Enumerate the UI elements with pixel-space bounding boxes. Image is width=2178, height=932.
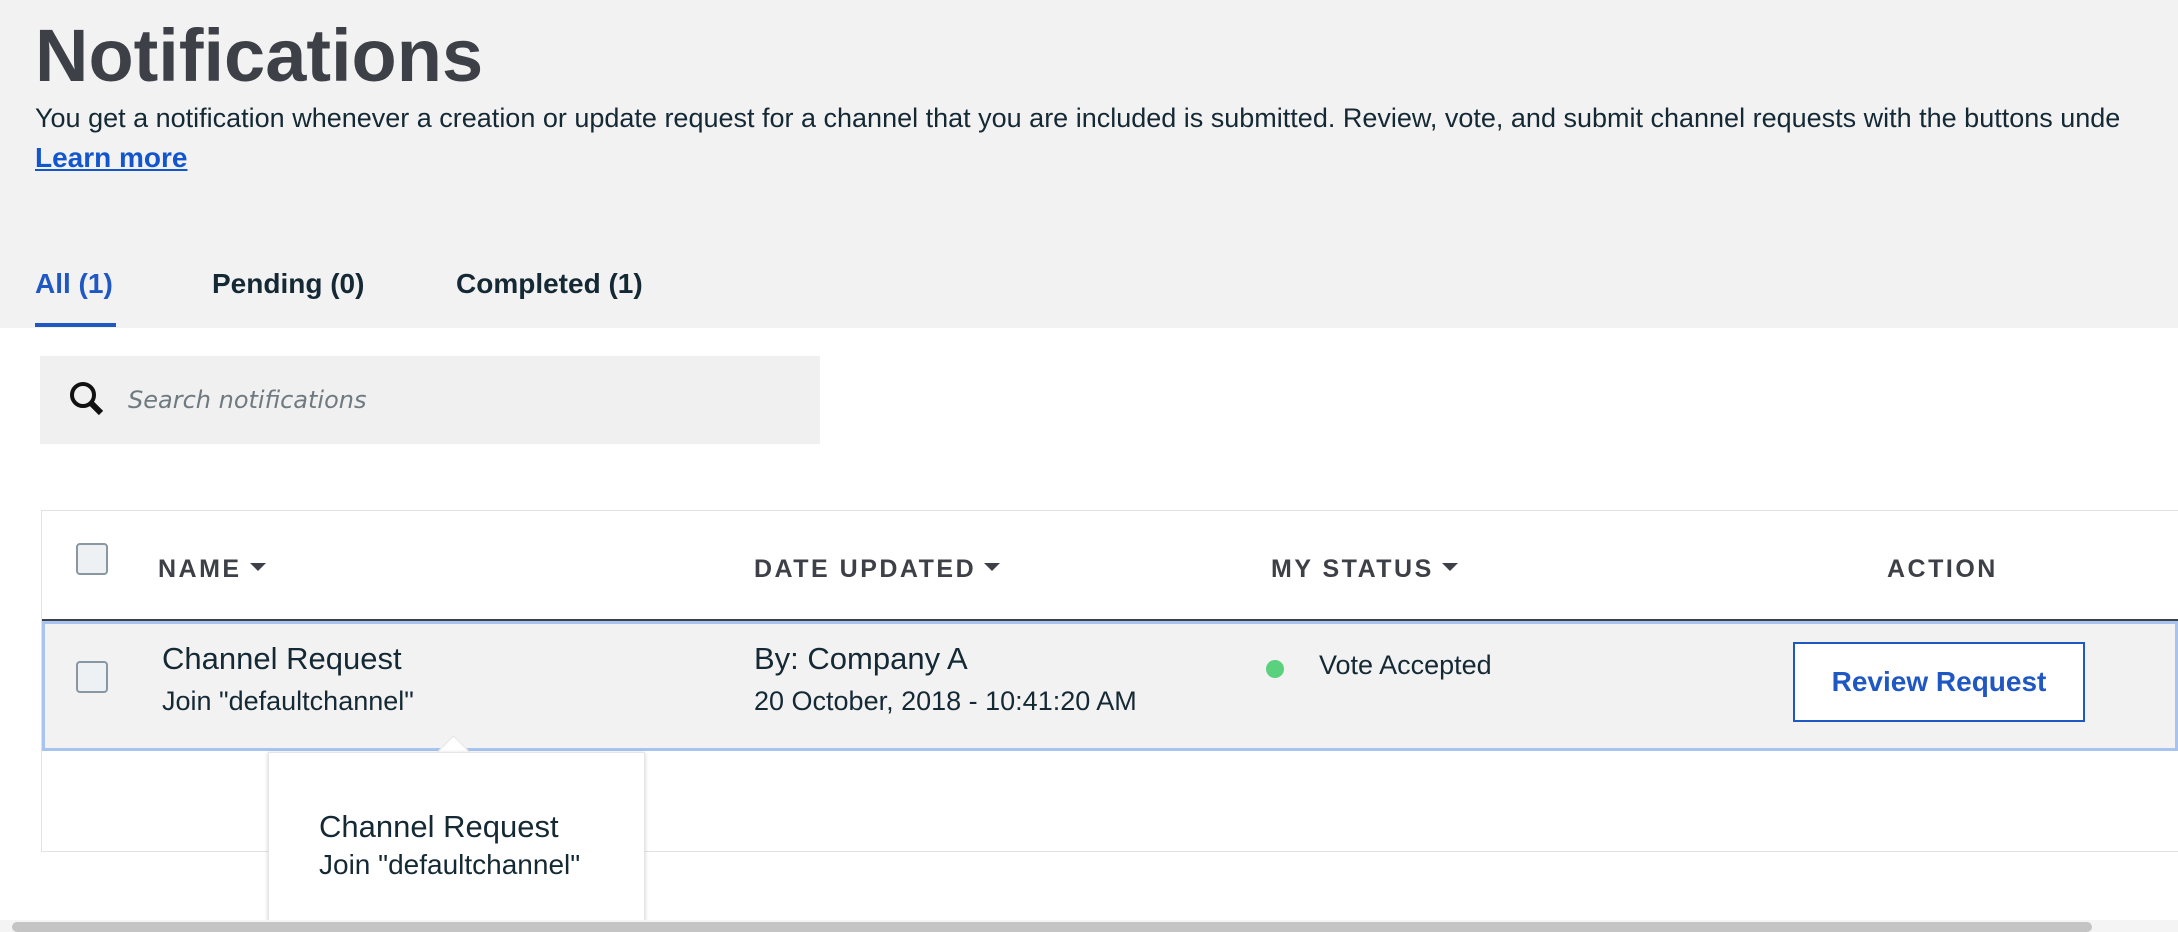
learn-more-link[interactable]: Learn more: [35, 140, 188, 176]
search-icon: [70, 382, 104, 416]
column-header-my-status[interactable]: MY STATUS: [1271, 553, 1458, 585]
table-header: NAME DATE UPDATED MY STATUS ACTION: [42, 511, 2178, 621]
search-box[interactable]: [40, 356, 820, 444]
search-input[interactable]: [128, 356, 808, 444]
row-checkbox[interactable]: [76, 661, 108, 693]
sort-caret-icon: [249, 563, 266, 572]
select-all-checkbox[interactable]: [76, 543, 108, 575]
review-request-button[interactable]: Review Request: [1793, 642, 2085, 722]
row-name: Channel Request: [162, 641, 402, 676]
column-header-action: ACTION: [1887, 555, 1998, 583]
column-header-date-label: DATE UPDATED: [754, 555, 977, 583]
row-status: Vote Accepted: [1319, 650, 1492, 680]
row-subtitle: Join "defaultchannel": [162, 686, 414, 716]
page-title: Notifications: [35, 14, 484, 97]
sort-caret-icon: [1441, 563, 1458, 572]
status-dot-icon: [1266, 660, 1284, 678]
horizontal-scrollbar[interactable]: [12, 922, 2092, 932]
page-description: You get a notification whenever a creati…: [35, 103, 2121, 133]
tooltip-title: Channel Request: [319, 809, 559, 844]
notifications-page: Notifications You get a notification whe…: [0, 0, 2178, 932]
tab-pending[interactable]: Pending (0): [212, 266, 364, 302]
page-header: Notifications You get a notification whe…: [0, 0, 2178, 328]
column-header-name-label: NAME: [158, 555, 242, 583]
row-updated-by: By: Company A: [754, 641, 968, 676]
name-tooltip: Channel Request Join "defaultchannel": [268, 752, 645, 932]
tab-completed[interactable]: Completed (1): [456, 266, 643, 302]
column-header-date-updated[interactable]: DATE UPDATED: [754, 553, 1001, 585]
sort-caret-icon: [984, 563, 1001, 572]
row-date: 20 October, 2018 - 10:41:20 AM: [754, 686, 1137, 716]
column-header-name[interactable]: NAME: [158, 553, 266, 585]
tooltip-subtitle: Join "defaultchannel": [319, 849, 581, 880]
active-tab-indicator: [35, 323, 116, 327]
column-header-status-label: MY STATUS: [1271, 555, 1434, 583]
table-row[interactable]: Channel Request Join "defaultchannel" By…: [42, 621, 2178, 751]
tab-all[interactable]: All (1): [35, 266, 113, 302]
